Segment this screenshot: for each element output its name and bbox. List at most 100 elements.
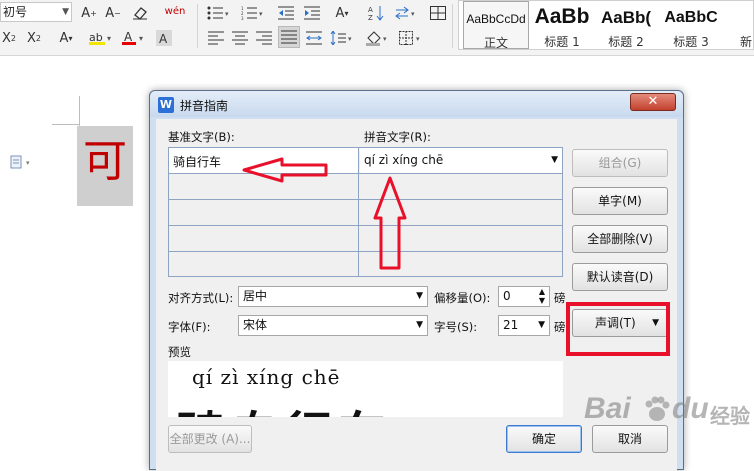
align-right-icon[interactable] — [254, 28, 274, 48]
offset-spinner[interactable]: 0 ▲ ▼ — [498, 286, 550, 307]
close-button[interactable]: ✕ — [630, 93, 676, 111]
preview-area: qí zì xíng chē 骑自行车 — [168, 361, 563, 417]
pinyin-guide-label: wén — [164, 5, 186, 17]
new-style-button[interactable]: 新 — [737, 1, 754, 49]
align-label: 对齐方式(L): — [168, 291, 234, 305]
line-spacing-icon[interactable]: ▾ — [328, 28, 356, 48]
font-size-select[interactable]: 初号 ▼ — [0, 2, 72, 22]
size-label: 字号(S): — [434, 320, 478, 334]
highlight-icon[interactable]: ab ▾ — [86, 28, 116, 48]
svg-text:A: A — [368, 6, 373, 14]
page-margin-mark — [52, 124, 80, 125]
shading-icon[interactable]: ▾ — [364, 28, 392, 48]
offset-label: 偏移量(O): — [434, 291, 491, 305]
font-select[interactable]: 宋体 ▼ — [238, 315, 428, 336]
svg-text:▾: ▾ — [139, 34, 143, 43]
base-text-cell[interactable] — [169, 226, 359, 251]
style-heading-2[interactable]: AaBb( 标题 2 — [595, 1, 657, 49]
decrease-indent-icon[interactable] — [276, 3, 296, 23]
watermark-bai: Bai — [584, 392, 631, 425]
dialog-title: 拼音指南 — [180, 99, 229, 113]
pinyin-cell[interactable] — [360, 226, 562, 251]
align-justify-icon[interactable] — [278, 26, 300, 48]
change-all-button[interactable]: 全部更改 (A)... — [168, 425, 252, 453]
font-size-value: 初号 — [3, 5, 28, 19]
chevron-down-icon: ▼ — [62, 7, 69, 17]
svg-text:▾: ▾ — [107, 34, 111, 43]
selected-document-char[interactable]: 可 — [77, 126, 133, 206]
base-text-value: 骑自行车 — [173, 155, 222, 169]
pinyin-cell[interactable] — [360, 174, 562, 199]
sort-icon[interactable]: AZ — [366, 3, 386, 23]
style-heading-3[interactable]: AaBbC 标题 3 — [659, 1, 723, 49]
shrink-font-icon[interactable]: A − — [104, 3, 122, 23]
svg-text:3: 3 — [241, 16, 244, 20]
offset-value: 0 — [503, 289, 511, 303]
pinyin-cell[interactable] — [360, 200, 562, 225]
numbered-list-icon[interactable]: 1 2 3 ▾ — [240, 3, 266, 23]
pinyin-combo[interactable]: qí zì xíng chē ▼ — [360, 148, 562, 173]
align-left-icon[interactable] — [206, 28, 226, 48]
show-marks-icon[interactable]: ▾ — [394, 3, 420, 23]
style-normal[interactable]: AaBbCcDd 正文 — [463, 1, 529, 50]
size-value: 21 — [503, 318, 519, 332]
delete-all-button[interactable]: 全部删除(V) — [572, 225, 668, 253]
offset-unit: 磅 — [554, 291, 566, 305]
chevron-down-icon: ▼ — [416, 291, 423, 301]
wps-app-icon: W — [158, 97, 174, 113]
base-text-cell[interactable] — [169, 252, 359, 277]
size-unit: 磅 — [554, 320, 566, 334]
distribute-icon[interactable] — [304, 28, 324, 48]
align-select[interactable]: 居中 ▼ — [238, 286, 428, 307]
dialog-titlebar[interactable]: W 拼音指南 ✕ — [150, 91, 683, 117]
base-text-cell[interactable] — [169, 200, 359, 225]
align-value: 居中 — [243, 289, 268, 303]
close-icon: ✕ — [647, 94, 659, 109]
style-caption: 标题 2 — [608, 35, 644, 49]
watermark-du: du — [672, 392, 709, 425]
grow-font-icon[interactable]: A + — [80, 3, 98, 23]
single-char-button[interactable]: 单字(M) — [572, 187, 668, 215]
font-color-icon[interactable]: A ▾ — [120, 28, 148, 48]
size-select[interactable]: 21 ▼ — [498, 315, 550, 336]
chevron-down-icon: ▼ — [538, 320, 545, 330]
align-center-icon[interactable] — [230, 28, 250, 48]
char-shading-icon[interactable]: A — [154, 28, 174, 48]
pinyin-guide-icon[interactable]: wén — [160, 1, 190, 21]
subscript-icon[interactable]: X2 — [24, 28, 44, 48]
pinyin-cell[interactable] — [360, 252, 562, 277]
grid-row — [169, 200, 562, 226]
chevron-down-icon: ▼ — [416, 320, 423, 330]
spinner-arrows-icon[interactable]: ▲ ▼ — [539, 287, 545, 305]
default-reading-button[interactable]: 默认读音(D) — [572, 263, 668, 291]
table-icon[interactable] — [428, 3, 448, 23]
borders-icon[interactable]: ▾ — [398, 28, 426, 48]
bullet-list-icon[interactable]: ▾ — [206, 3, 232, 23]
clear-format-icon[interactable] — [130, 3, 150, 23]
grid-row — [169, 174, 562, 200]
preview-hanzi: 骑自行车 — [176, 395, 392, 417]
ribbon-separator — [452, 4, 453, 48]
preview-label: 预览 — [168, 345, 191, 359]
superscript-icon[interactable]: X2 — [0, 28, 18, 48]
svg-text:▾: ▾ — [259, 10, 263, 18]
svg-text:▾: ▾ — [416, 35, 420, 43]
base-text-cell[interactable] — [169, 174, 359, 199]
style-heading-1[interactable]: AaBb 标题 1 — [531, 1, 593, 49]
new-style-label: 新 — [739, 35, 752, 49]
chinese-layout-icon[interactable]: A ▾ — [328, 3, 356, 23]
font-label: 字体(F): — [168, 320, 211, 334]
baidu-watermark: Bai du 经验 — [584, 392, 754, 432]
increase-indent-icon[interactable] — [302, 3, 322, 23]
group-button[interactable]: 组合(G) — [572, 149, 668, 177]
font-value: 宋体 — [243, 318, 268, 332]
ok-button[interactable]: 确定 — [506, 425, 582, 453]
text-effect-icon[interactable]: A ▾ — [54, 28, 78, 48]
paragraph-handle-icon[interactable]: ▾ — [10, 155, 36, 172]
page-margin-mark — [79, 96, 80, 126]
svg-text:A: A — [159, 32, 168, 46]
base-text-cell[interactable]: 骑自行车 — [169, 148, 359, 173]
chevron-down-icon[interactable]: ▼ — [551, 155, 558, 165]
style-preview: AaBbCcDd — [466, 12, 526, 26]
svg-text:Z: Z — [368, 14, 373, 21]
